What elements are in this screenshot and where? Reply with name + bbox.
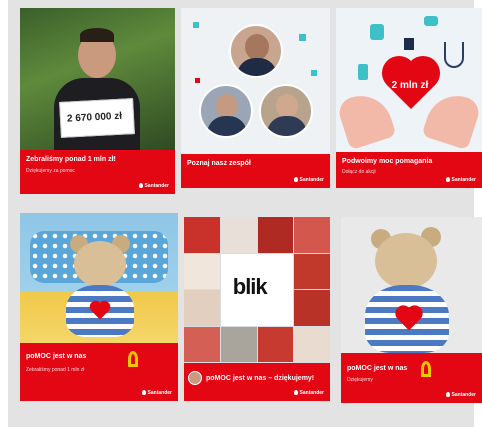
gallery-tile-4[interactable]: poMOC jest w nas Zebraliśmy ponad 1 mln …	[20, 213, 178, 401]
avatar	[188, 371, 202, 385]
caption-band: Poznaj nasz zespół Santander	[181, 154, 330, 188]
gallery-tile-3[interactable]: 2 mln zł Podwoimy moc pomagania Dołącz d…	[336, 8, 482, 188]
blik-logo: blik	[232, 273, 268, 299]
photo-collage: blik	[184, 217, 330, 363]
flame-icon	[293, 390, 298, 395]
flame-icon	[293, 177, 298, 182]
portrait-3	[259, 84, 313, 138]
sanitizer-icon	[358, 64, 368, 80]
santander-logo: Santander	[141, 390, 172, 396]
tile-caption: Poznaj nasz zespół	[187, 160, 251, 167]
santander-logo: Santander	[293, 390, 324, 396]
caption-band: Podwoimy moc pomagania Dołącz do akcji S…	[336, 152, 482, 188]
photo-teddy-bear-pillow	[20, 213, 178, 343]
box-icon	[404, 38, 414, 50]
tile-subcaption: Dołącz do akcji	[342, 169, 376, 175]
tile-caption: poMOC jest w nas – dziękujemy!	[206, 375, 315, 382]
hand-right	[421, 87, 482, 151]
photo-man-with-sign: 2 670 000 zł	[20, 8, 175, 150]
gallery-tile-1[interactable]: 2 670 000 zł Zebraliśmy ponad 1 mln zł! …	[20, 8, 175, 194]
tile-subcaption: Dziękujemy	[347, 377, 373, 383]
hand-left	[336, 87, 397, 151]
caption-band: poMOC jest w nas Dziękujemy Santander	[341, 353, 482, 403]
gallery-tile-5[interactable]: blik poMOC jest w nas – dziękujemy! Sant…	[184, 217, 330, 401]
gallery-tile-6[interactable]: poMOC jest w nas Dziękujemy Santander	[341, 217, 482, 403]
tile-caption: poMOC jest w nas	[347, 365, 408, 372]
flame-icon	[138, 183, 143, 188]
flame-icon	[445, 392, 450, 397]
santander-logo: Santander	[445, 177, 476, 183]
tile-caption: Zebraliśmy ponad 1 mln zł!	[26, 156, 116, 163]
heart-hands-illustration: 2 mln zł	[336, 8, 482, 152]
santander-logo: Santander	[138, 183, 169, 189]
tile-subcaption: Dziękujemy za pomoc	[26, 168, 75, 174]
portrait-1	[229, 24, 283, 78]
caption-band: Zebraliśmy ponad 1 mln zł! Dziękujemy za…	[20, 150, 175, 194]
caption-band: poMOC jest w nas – dziękujemy! Santander	[184, 363, 330, 401]
portraits-collage	[181, 8, 330, 154]
gallery-tile-2[interactable]: Poznaj nasz zespół Santander	[181, 8, 330, 188]
sign-amount: 2 670 000 zł	[66, 110, 123, 125]
tile-caption: poMOC jest w nas	[26, 353, 87, 360]
flame-icon	[445, 177, 450, 182]
stethoscope-icon	[444, 42, 464, 68]
teddy-bear	[74, 241, 126, 287]
santander-logo: Santander	[293, 177, 324, 183]
tile-caption: Podwoimy moc pomagania	[342, 158, 433, 165]
heart-amount: 2 mln zł	[391, 80, 429, 91]
mask-icon	[424, 16, 438, 26]
ribbon-icon	[128, 351, 138, 367]
ribbon-icon	[421, 361, 431, 377]
flame-icon	[141, 390, 146, 395]
portrait-2	[199, 84, 253, 138]
glove-icon	[370, 24, 384, 40]
teddy-bear	[375, 233, 437, 289]
photo-teddy-bear	[341, 217, 482, 353]
tile-subcaption: Zebraliśmy ponad 1 mln zł	[26, 367, 85, 373]
santander-logo: Santander	[445, 392, 476, 398]
caption-band: poMOC jest w nas Zebraliśmy ponad 1 mln …	[20, 343, 178, 401]
